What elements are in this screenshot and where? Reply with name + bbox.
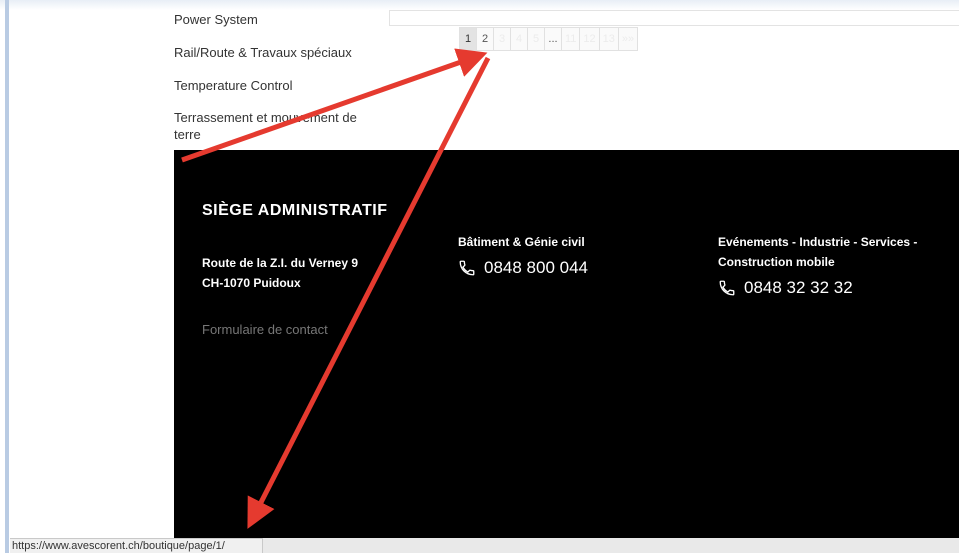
col2-heading-line2: Construction mobile xyxy=(718,255,835,269)
address-line-1: Route de la Z.I. du Verney 9 xyxy=(202,256,359,270)
col2-phone[interactable]: 0848 32 32 32 xyxy=(718,278,853,298)
pagination: 1 2 3 4 5 ... 11 12 13 »» xyxy=(459,27,639,53)
page-2[interactable]: 2 xyxy=(476,27,494,51)
page-1[interactable]: 1 xyxy=(459,27,477,51)
page-13[interactable]: 13 xyxy=(598,27,619,51)
contact-form-link[interactable]: Formulaire de contact xyxy=(202,322,328,337)
page-last[interactable]: »» xyxy=(617,27,639,51)
phone-icon xyxy=(719,280,735,296)
site-footer: SIÈGE ADMINISTRATIF Route de la Z.I. du … xyxy=(174,150,959,538)
category-rail-route[interactable]: Rail/Route & Travaux spéciaux xyxy=(174,45,374,61)
page-4[interactable]: 4 xyxy=(510,27,528,51)
col2-phone-number: 0848 32 32 32 xyxy=(744,278,853,297)
status-url: https://www.avescorent.ch/boutique/page/… xyxy=(10,538,263,553)
col1-phone-number: 0848 800 044 xyxy=(484,258,588,277)
address-line-2: CH-1070 Puidoux xyxy=(202,276,301,290)
filter-box[interactable] xyxy=(389,10,959,26)
col1-phone[interactable]: 0848 800 044 xyxy=(458,258,588,278)
page-5[interactable]: 5 xyxy=(527,27,545,51)
page-ellipsis: ... xyxy=(544,27,562,51)
page-11[interactable]: 11 xyxy=(561,27,581,51)
col1-heading: Bâtiment & Génie civil xyxy=(458,235,585,249)
page-12[interactable]: 12 xyxy=(579,27,600,51)
arrow-to-page-1 xyxy=(181,48,488,163)
col2-heading-line1: Evénements - Industrie - Services - xyxy=(718,235,918,249)
phone-icon xyxy=(459,260,475,276)
page-3[interactable]: 3 xyxy=(493,27,511,51)
window-top-edge xyxy=(0,0,959,10)
category-power-system[interactable]: Power System xyxy=(174,12,374,28)
left-scroll-rail xyxy=(5,0,9,553)
category-terrassement[interactable]: Terrassement et mouvement de xyxy=(174,110,374,126)
category-temperature-control[interactable]: Temperature Control xyxy=(174,78,374,94)
footer-title: SIÈGE ADMINISTRATIF xyxy=(202,202,388,219)
category-terrassement-cont[interactable]: terre xyxy=(174,127,374,143)
